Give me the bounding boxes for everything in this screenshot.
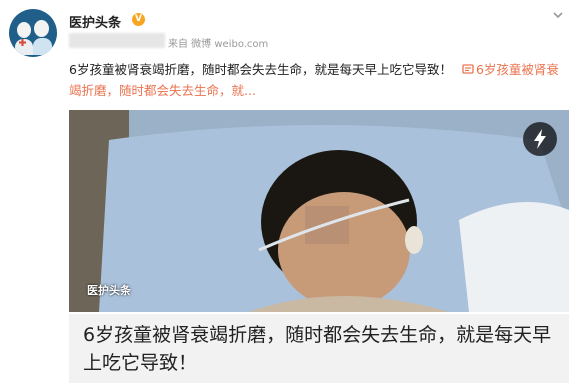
article-photo[interactable]: 医护头条 — [69, 110, 569, 312]
link-icon — [462, 64, 474, 74]
verified-badge-icon: V — [132, 13, 145, 26]
post-source[interactable]: 来自 微博 weibo.com — [168, 35, 268, 50]
author-avatar[interactable] — [9, 9, 57, 57]
photo-watermark: 医护头条 — [87, 284, 131, 297]
avatar-doctor-face — [17, 22, 31, 38]
post-text: 6岁孩童被肾衰竭折磨，随时都会失去生命，就是每天早上吃它导致！ 6岁孩童被肾衰竭… — [69, 59, 569, 101]
author-name[interactable]: 医护头条 — [69, 12, 121, 31]
hospital-child-illustration — [69, 110, 569, 312]
avatar-nurse-face — [34, 20, 49, 37]
medical-cross-icon — [19, 39, 26, 46]
post-text-main: 6岁孩童被肾衰竭折磨，随时都会失去生命，就是每天早上吃它导致！ — [69, 62, 452, 77]
article-card[interactable]: 6岁孩童被肾衰竭折磨，随时都会失去生命，就是每天早上吃它导致！ — [69, 314, 569, 383]
flash-icon[interactable] — [523, 122, 557, 156]
chevron-down-icon[interactable] — [551, 8, 565, 22]
article-headline[interactable]: 6岁孩童被肾衰竭折磨，随时都会失去生命，就是每天早上吃它导致！ — [69, 314, 569, 377]
redacted-timestamp — [69, 33, 165, 48]
avatar-nurse-body — [33, 38, 52, 55]
